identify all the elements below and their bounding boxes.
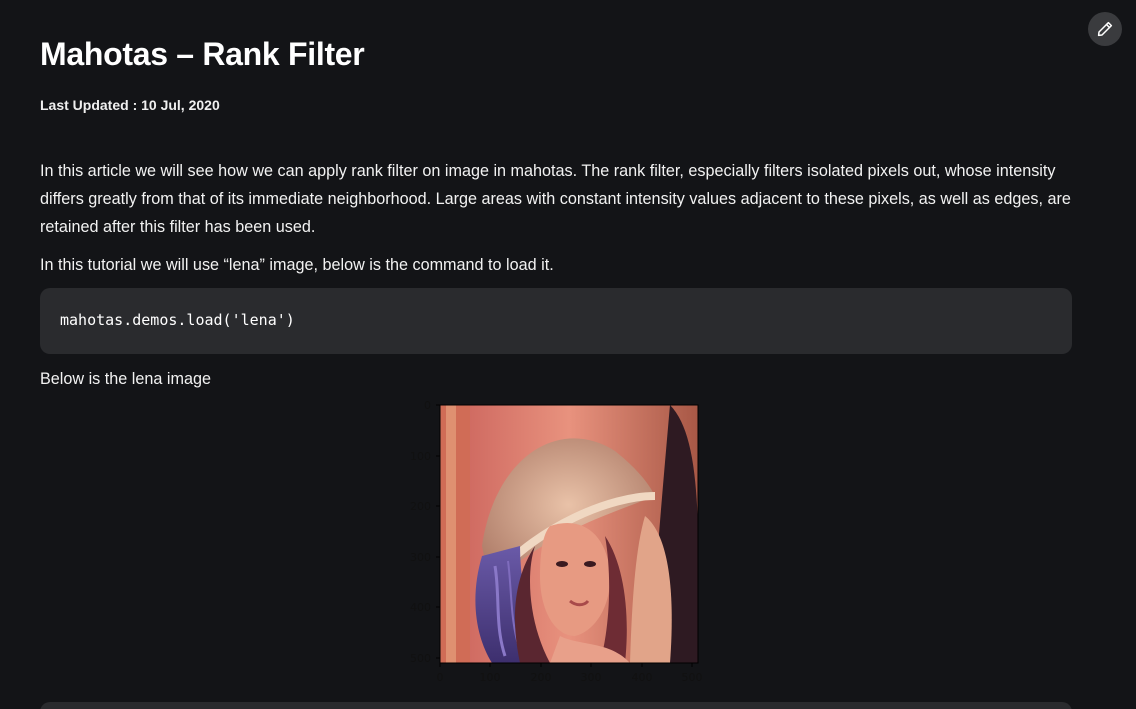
- code-block: [40, 702, 1072, 709]
- lena-photo: [440, 405, 698, 663]
- page-title: Mahotas – Rank Filter: [40, 36, 365, 72]
- image-caption: Below is the lena image: [40, 370, 211, 388]
- lena-image-figure: 0 100 200 300 400 500 0 100 200 300 400 …: [410, 399, 703, 684]
- x-tick-label: 200: [531, 671, 552, 684]
- x-tick-label: 500: [682, 671, 703, 684]
- x-axis: 0 100 200 300 400 500: [437, 663, 703, 684]
- y-axis: 0 100 200 300 400 500: [410, 399, 440, 665]
- code-block: mahotas.demos.load('lena'): [40, 288, 1072, 354]
- last-updated: Last Updated : 10 Jul, 2020: [40, 97, 220, 113]
- edit-button[interactable]: [1088, 12, 1122, 46]
- y-tick-label: 0: [424, 399, 431, 412]
- y-tick-label: 300: [410, 551, 431, 564]
- intro-paragraph: In this article we will see how we can a…: [40, 162, 1071, 236]
- pencil-icon: [1097, 21, 1113, 37]
- y-tick-label: 500: [410, 652, 431, 665]
- code-text: mahotas.demos.load('lena'): [60, 311, 295, 329]
- x-tick-label: 300: [581, 671, 602, 684]
- x-tick-label: 0: [437, 671, 444, 684]
- y-tick-label: 200: [410, 500, 431, 513]
- y-tick-label: 400: [410, 601, 431, 614]
- y-tick-label: 100: [410, 450, 431, 463]
- x-tick-label: 400: [632, 671, 653, 684]
- article-page: Mahotas – Rank Filter Last Updated : 10 …: [0, 0, 1136, 709]
- tutorial-paragraph: In this tutorial we will use “lena” imag…: [40, 256, 554, 274]
- x-tick-label: 100: [480, 671, 501, 684]
